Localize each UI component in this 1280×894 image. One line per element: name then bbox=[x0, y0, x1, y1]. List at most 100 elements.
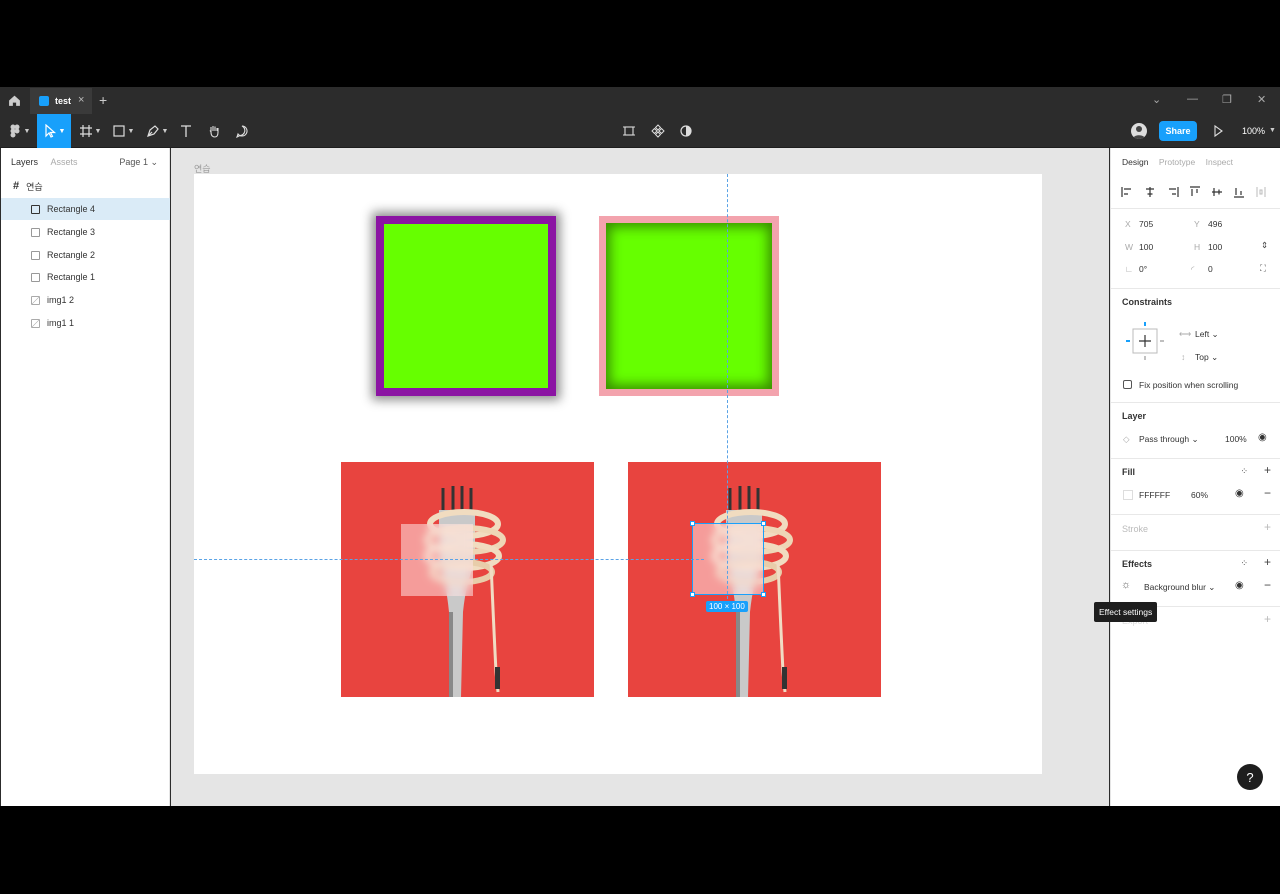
background-blur-rectangle-1[interactable] bbox=[401, 524, 473, 596]
window-close-icon[interactable]: ✕ bbox=[1257, 93, 1266, 106]
remove-effect-icon[interactable]: − bbox=[1264, 578, 1271, 592]
w-input[interactable]: 100 bbox=[1139, 242, 1153, 252]
layer-label: 연습 bbox=[26, 181, 43, 192]
resize-handle-tr[interactable] bbox=[761, 521, 766, 526]
align-bottom-icon[interactable] bbox=[1233, 186, 1245, 198]
constraints-widget[interactable] bbox=[1123, 319, 1167, 363]
text-tool-button[interactable] bbox=[176, 114, 196, 148]
independent-corners-icon[interactable]: ⛶ bbox=[1260, 263, 1266, 274]
stroke-section: Stroke + bbox=[1111, 514, 1280, 550]
mask-button[interactable] bbox=[677, 114, 695, 148]
layer-rectangle-2[interactable]: Rectangle 2 bbox=[1, 244, 170, 266]
comment-bubble-icon bbox=[236, 125, 248, 138]
y-input[interactable]: 496 bbox=[1208, 219, 1222, 229]
fill-swatch[interactable] bbox=[1123, 490, 1133, 500]
user-avatar-icon bbox=[1133, 126, 1145, 139]
move-tool-button[interactable]: ▼ bbox=[37, 114, 71, 148]
add-effect-icon[interactable]: + bbox=[1264, 555, 1271, 569]
cursor-arrow-icon bbox=[44, 124, 56, 138]
chevron-down-icon[interactable]: ⌄ bbox=[1152, 93, 1161, 106]
rectangle-drop-shadow[interactable] bbox=[376, 216, 556, 396]
figma-logo-icon bbox=[10, 124, 20, 138]
x-input[interactable]: 705 bbox=[1139, 219, 1153, 229]
y-label: Y bbox=[1194, 219, 1200, 229]
tab-design[interactable]: Design bbox=[1122, 157, 1148, 167]
horizontal-constraint-dropdown[interactable]: Left ⌄ bbox=[1195, 329, 1219, 340]
align-left-icon[interactable] bbox=[1121, 186, 1133, 198]
constrain-proportions-icon[interactable]: ⇕ bbox=[1261, 240, 1268, 251]
main-menu-button[interactable]: ▼ bbox=[4, 114, 34, 148]
comment-tool-button[interactable] bbox=[232, 114, 252, 148]
resize-handle-br[interactable] bbox=[761, 592, 766, 597]
vertical-constraint-dropdown[interactable]: Top ⌄ bbox=[1195, 352, 1218, 363]
rectangle-inner-shadow[interactable] bbox=[599, 216, 779, 396]
add-fill-icon[interactable]: + bbox=[1264, 463, 1271, 477]
tab-assets[interactable]: Assets bbox=[51, 157, 78, 167]
layer-img1-1[interactable]: img1 1 bbox=[1, 312, 170, 334]
tab-prototype[interactable]: Prototype bbox=[1159, 157, 1195, 167]
new-tab-icon[interactable]: + bbox=[99, 92, 107, 108]
eye-icon[interactable]: ◉ bbox=[1258, 432, 1267, 443]
distribute-icon[interactable] bbox=[1256, 186, 1272, 198]
layer-img1-2[interactable]: img1 2 bbox=[1, 289, 170, 311]
align-horizontal-center-icon[interactable] bbox=[1144, 186, 1156, 198]
effect-type-dropdown[interactable]: Background blur ⌄ bbox=[1144, 582, 1215, 593]
stroke-title: Stroke bbox=[1122, 524, 1149, 534]
crop-tool-button[interactable] bbox=[620, 114, 638, 148]
layer-opacity-input[interactable]: 100% bbox=[1225, 434, 1247, 444]
effect-eye-icon[interactable]: ◉ bbox=[1235, 580, 1244, 591]
zoom-chevron-icon[interactable]: ▼ bbox=[1269, 127, 1276, 134]
corner-radius-icon: ◜ bbox=[1191, 264, 1195, 274]
add-stroke-icon[interactable]: + bbox=[1264, 520, 1271, 534]
layer-rectangle-4[interactable]: Rectangle 4 bbox=[1, 198, 170, 220]
user-avatar[interactable] bbox=[1131, 123, 1147, 139]
crop-frame-icon bbox=[623, 126, 635, 136]
restore-icon[interactable]: ❐ bbox=[1222, 93, 1232, 106]
corner-radius-input[interactable]: 0 bbox=[1208, 264, 1213, 274]
help-button[interactable]: ? bbox=[1237, 764, 1263, 790]
canvas[interactable]: 연습 100 × 100 bbox=[171, 148, 1109, 806]
remove-fill-icon[interactable]: − bbox=[1264, 486, 1271, 500]
present-button[interactable] bbox=[1210, 114, 1226, 148]
page-selector[interactable]: Page 1 ⌄ bbox=[119, 157, 158, 168]
smart-guide-horizontal bbox=[194, 559, 704, 560]
rectangle-layer-icon bbox=[31, 227, 40, 237]
align-vertical-center-icon[interactable] bbox=[1211, 186, 1223, 198]
h-input[interactable]: 100 bbox=[1208, 242, 1222, 252]
layer-frame[interactable]: # 연습 bbox=[1, 175, 170, 197]
zoom-dropdown[interactable]: 100% bbox=[1242, 126, 1265, 136]
fill-hex-input[interactable]: FFFFFF bbox=[1139, 490, 1170, 500]
blend-mode-dropdown[interactable]: Pass through ⌄ bbox=[1139, 434, 1199, 445]
image-fork-spaghetti-1[interactable] bbox=[341, 462, 594, 697]
add-export-icon[interactable]: + bbox=[1264, 612, 1271, 626]
fill-eye-icon[interactable]: ◉ bbox=[1235, 488, 1244, 499]
home-icon[interactable] bbox=[8, 94, 21, 107]
fill-opacity-input[interactable]: 60% bbox=[1191, 490, 1208, 500]
rotation-input[interactable]: 0° bbox=[1139, 264, 1147, 274]
shape-tool-button[interactable]: ▼ bbox=[109, 114, 137, 148]
frame-hash-icon bbox=[79, 125, 92, 137]
effect-styles-grid-icon[interactable]: ⁘ bbox=[1240, 558, 1247, 569]
pen-tool-button[interactable]: ▼ bbox=[142, 114, 172, 148]
tab-inspect[interactable]: Inspect bbox=[1206, 157, 1233, 167]
hand-tool-button[interactable] bbox=[204, 114, 224, 148]
layer-rectangle-1[interactable]: Rectangle 1 bbox=[1, 266, 170, 288]
selection-box[interactable] bbox=[690, 521, 766, 597]
minimize-icon[interactable]: — bbox=[1187, 93, 1198, 105]
align-top-icon[interactable] bbox=[1189, 186, 1201, 198]
tab-layers[interactable]: Layers bbox=[11, 157, 38, 167]
resize-handle-tl[interactable] bbox=[690, 521, 695, 526]
components-button[interactable] bbox=[649, 114, 667, 148]
styles-grid-icon[interactable]: ⁘ bbox=[1240, 466, 1247, 477]
resize-handle-bl[interactable] bbox=[690, 592, 695, 597]
file-tab[interactable]: test × bbox=[30, 88, 92, 114]
effect-settings-sun-icon[interactable]: ☼ bbox=[1121, 579, 1131, 591]
layer-rectangle-3[interactable]: Rectangle 3 bbox=[1, 221, 170, 243]
frame-tool-button[interactable]: ▼ bbox=[76, 114, 104, 148]
fix-position-checkbox[interactable] bbox=[1123, 380, 1132, 389]
align-right-icon[interactable] bbox=[1167, 186, 1179, 198]
layer-label: Rectangle 4 bbox=[47, 204, 96, 214]
share-button[interactable]: Share bbox=[1159, 121, 1197, 141]
close-tab-icon[interactable]: × bbox=[78, 94, 84, 106]
toolbar: ▼ ▼ ▼ ▼ ▼ Share 100% ▼ bbox=[0, 114, 1280, 148]
